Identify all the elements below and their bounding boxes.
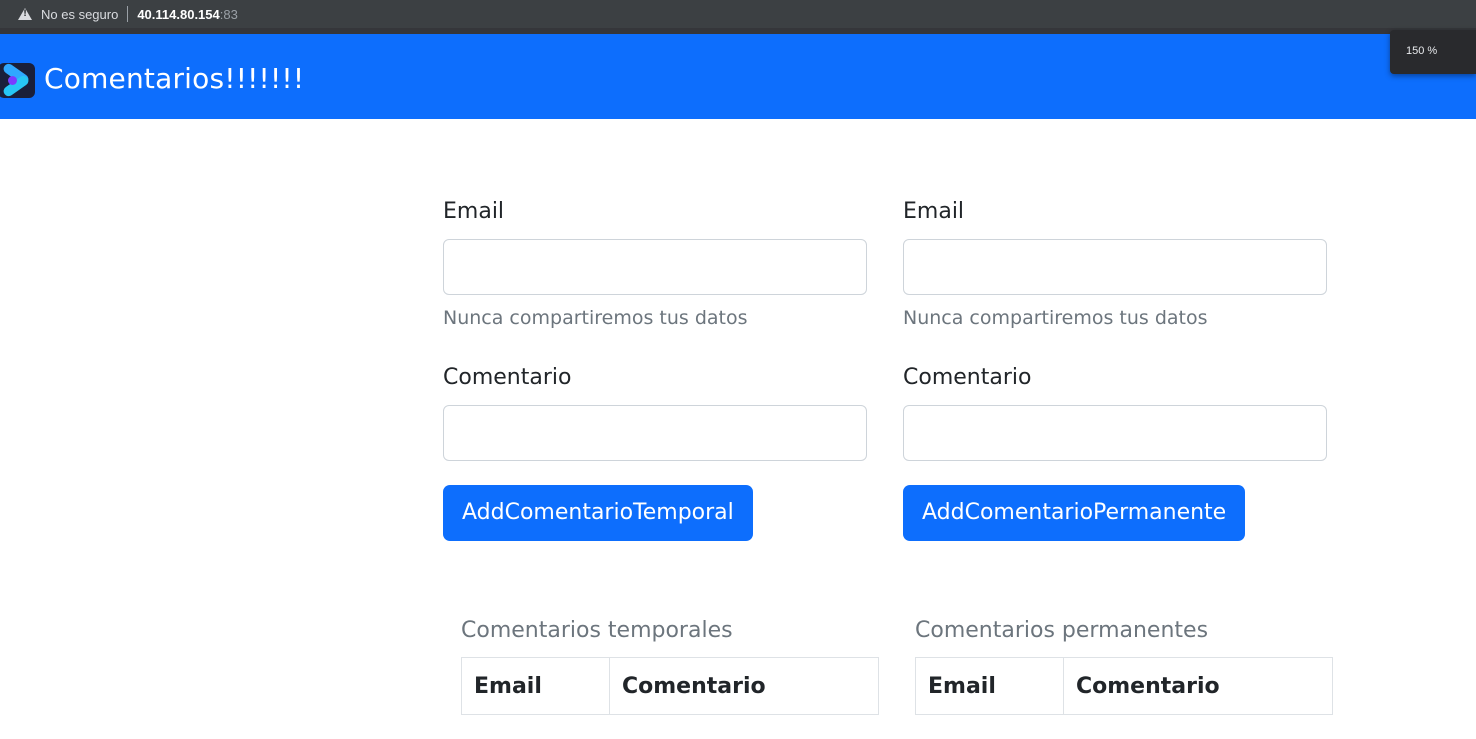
page-title[interactable]: Comentarios!!!!!!! <box>44 62 304 95</box>
comment-label: Comentario <box>443 365 572 390</box>
browser-top-bar: No es seguro 40.114.80.154 :83 <box>0 0 1476 34</box>
url-host: 40.114.80.154 <box>137 6 220 22</box>
comments-table-permanente: Email Comentario <box>915 657 1333 715</box>
comment-label: Comentario <box>903 365 1032 390</box>
comment-input-temporal[interactable] <box>443 405 867 461</box>
email-help-text: Nunca compartiremos tus datos <box>443 307 748 329</box>
column-header-comentario: Comentario <box>1063 657 1333 715</box>
security-indicator[interactable]: No es seguro <box>0 0 118 28</box>
add-comentario-permanente-button[interactable]: AddComentarioPermanente <box>903 485 1246 541</box>
column-header-email: Email <box>915 657 1064 715</box>
security-label: No es seguro <box>41 6 119 22</box>
table-header-row: Email Comentario <box>915 657 1333 715</box>
brand-logo-icon[interactable] <box>0 63 35 98</box>
table-caption: Comentarios permanentes <box>915 618 1209 643</box>
zoom-indicator[interactable]: 150 % <box>1390 30 1476 74</box>
add-comentario-temporal-button[interactable]: AddComentarioTemporal <box>443 485 753 541</box>
navbar: Comentarios!!!!!!! <box>0 34 1476 119</box>
comment-input-permanente[interactable] <box>903 405 1327 461</box>
comments-table-temporal: Email Comentario <box>461 657 879 715</box>
email-label: Email <box>903 199 965 224</box>
address-divider <box>127 6 129 22</box>
email-help-text: Nunca compartiremos tus datos <box>903 307 1208 329</box>
email-input-temporal[interactable] <box>443 239 867 295</box>
zoom-level: 150 % <box>1406 45 1438 57</box>
email-input-permanente[interactable] <box>903 239 1327 295</box>
table-temporal-section: Comentarios temporales Email Comentario <box>461 615 879 715</box>
email-label: Email <box>443 199 505 224</box>
url-port: :83 <box>219 6 238 22</box>
warning-icon <box>18 8 32 20</box>
table-permanente-section: Comentarios permanentes Email Comentario <box>915 615 1333 715</box>
column-header-comentario: Comentario <box>609 657 879 715</box>
address-bar[interactable]: No es seguro 40.114.80.154 :83 <box>0 0 1476 28</box>
table-caption: Comentarios temporales <box>461 618 733 643</box>
table-header-row: Email Comentario <box>461 657 879 715</box>
column-header-email: Email <box>461 657 610 715</box>
